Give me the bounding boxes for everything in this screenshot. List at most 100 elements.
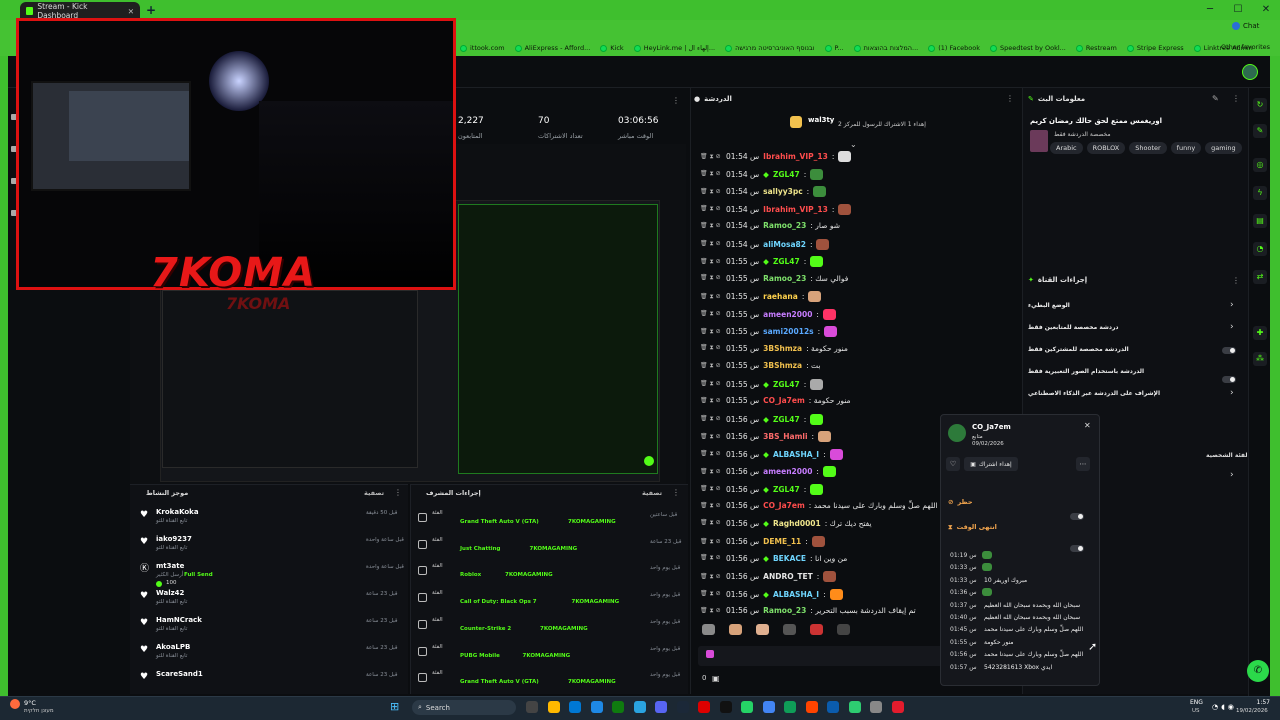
bookmark-item[interactable]: ובנוסף האוניברסיטה מרגישה: [725, 44, 815, 52]
message-username[interactable]: Ramoo_23: [763, 221, 806, 230]
chat-menu-icon[interactable]: ⋮: [1006, 94, 1014, 103]
chat-message[interactable]: 🗑 ⧗ ⊘ 01:56 س DEME_11:: [700, 536, 825, 547]
mod-tools-icon[interactable]: 🗑 ⧗ ⊘: [700, 468, 722, 476]
activity-username[interactable]: AkoaLPB: [156, 643, 190, 651]
mod-tools-icon[interactable]: 🗑 ⧗ ⊘: [700, 153, 722, 161]
expand-pin-icon[interactable]: ⌄: [850, 140, 857, 149]
chat-message[interactable]: 🗑 ⧗ ⊘ 01:56 س Ramoo_23: تم إيقاف الدردشة ب…: [700, 606, 916, 615]
tool-icon[interactable]: ✚: [1253, 326, 1267, 340]
taskbar-app-icon[interactable]: [719, 701, 732, 713]
target-icon[interactable]: ◎: [1253, 158, 1267, 172]
mod-actions-filter-button[interactable]: تصفية: [642, 489, 662, 497]
system-tray-icons[interactable]: ◔◖◉: [1212, 703, 1237, 711]
clock-time[interactable]: 1:57: [1244, 699, 1270, 706]
activity-filter-button[interactable]: تصفية: [364, 489, 384, 497]
taskbar-app-icon[interactable]: [870, 701, 882, 713]
chevron-right-icon[interactable]: ›: [1230, 388, 1234, 398]
mod-tools-icon[interactable]: 🗑 ⧗ ⊘: [700, 590, 722, 598]
activity-username[interactable]: iako9237: [156, 535, 192, 543]
activity-menu-icon[interactable]: ⋮: [394, 488, 402, 497]
activity-username[interactable]: HamNCrack: [156, 616, 202, 624]
message-username[interactable]: BEKACE: [773, 554, 806, 563]
message-username[interactable]: sami20012s: [763, 327, 813, 336]
stream-tag[interactable]: Shooter: [1129, 142, 1167, 154]
chat-message[interactable]: 🗑 ⧗ ⊘ 01:56 س ◆ ZGL47:: [700, 483, 824, 495]
new-tab-icon[interactable]: +: [146, 3, 156, 17]
mod-tools-icon[interactable]: 🗑 ⧗ ⊘: [700, 240, 722, 248]
bookmark-item[interactable]: P...: [824, 44, 844, 52]
chat-message[interactable]: 🗑 ⧗ ⊘ 01:55 س CO_Ja7em: منور حكومة: [700, 396, 851, 405]
chat-message[interactable]: 🗑 ⧗ ⊘ 01:55 س raehana:: [700, 291, 822, 302]
user-avatar[interactable]: [1242, 64, 1258, 80]
chevron-right-icon[interactable]: ›: [1230, 300, 1234, 310]
bookmark-item[interactable]: Kick: [600, 44, 624, 52]
mod-tools-icon[interactable]: 🗑 ⧗ ⊘: [700, 222, 722, 230]
taskbar-app-icon[interactable]: [805, 701, 818, 713]
maximize-icon[interactable]: ☐: [1224, 0, 1252, 20]
mod-tools-icon[interactable]: 🗑 ⧗ ⊘: [700, 344, 722, 352]
taskbar-app-icon[interactable]: [612, 701, 624, 713]
mod-tools-icon[interactable]: 🗑 ⧗ ⊘: [700, 397, 722, 405]
taskbar-app-icon[interactable]: [526, 701, 538, 713]
close-tab-icon[interactable]: ✕: [128, 7, 134, 16]
taskbar-app-icon[interactable]: [633, 701, 646, 713]
bolt-icon[interactable]: ϟ: [1253, 186, 1267, 200]
edit-stream-icon[interactable]: ✎: [1212, 94, 1219, 103]
whatsapp-icon[interactable]: ✆: [1247, 660, 1269, 682]
activity-username[interactable]: Walz42: [156, 589, 184, 597]
message-username[interactable]: Ramoo_23: [763, 606, 806, 615]
chat-message[interactable]: 🗑 ⧗ ⊘ 01:54 س Ibrahim_VIP_13:: [700, 151, 852, 162]
message-username[interactable]: ZGL47: [773, 257, 800, 266]
bookmark-item[interactable]: AliExpress - Afford...: [514, 44, 590, 52]
emote-icon[interactable]: [756, 624, 769, 635]
mod-tools-icon[interactable]: 🗑 ⧗ ⊘: [700, 433, 722, 441]
rail-icon[interactable]: ↻: [1253, 98, 1267, 112]
audio-icon[interactable]: ⇄: [1253, 270, 1267, 284]
message-username[interactable]: ameen2000: [763, 310, 812, 319]
mod-tools-icon[interactable]: 🗑 ⧗ ⊘: [700, 450, 722, 458]
chat-message[interactable]: 🗑 ⧗ ⊘ 01:56 س ◆ ALBASHA_I:: [700, 448, 843, 460]
windows-start-icon[interactable]: ⊞: [390, 701, 402, 713]
taskbar-app-icon[interactable]: [655, 701, 667, 713]
taskbar-app-icon[interactable]: [827, 701, 839, 713]
mod-tools-icon[interactable]: 🗑 ⧗ ⊘: [700, 538, 722, 546]
message-username[interactable]: CO_Ja7em: [763, 501, 805, 510]
chat-message[interactable]: 🗑 ⧗ ⊘ 01:55 س ◆ ZGL47:: [700, 378, 824, 390]
user-card-username[interactable]: CO_Ja7em: [972, 423, 1011, 431]
message-username[interactable]: Ibrahim_VIP_13: [763, 152, 828, 161]
message-username[interactable]: aliMosa82: [763, 240, 806, 249]
message-username[interactable]: 3BShmza: [763, 361, 802, 370]
personal-category[interactable]: الفئة الشخصية: [1206, 452, 1250, 459]
message-username[interactable]: ameen2000: [763, 467, 812, 476]
close-window-icon[interactable]: ✕: [1252, 0, 1280, 20]
emote-icon[interactable]: [837, 624, 850, 635]
mod-actions-menu-icon[interactable]: ⋮: [672, 488, 680, 497]
mod-tools-icon[interactable]: 🗑 ⧗ ⊘: [700, 274, 722, 282]
message-username[interactable]: ALBASHA_I: [773, 450, 819, 459]
message-username[interactable]: Ibrahim_VIP_13: [763, 205, 828, 214]
stream-tag[interactable]: ROBLOX: [1086, 142, 1126, 154]
channel-action-toggle[interactable]: [1222, 376, 1236, 383]
minimize-icon[interactable]: ─: [1196, 0, 1224, 20]
mod-tools-icon[interactable]: 🗑 ⧗ ⊘: [700, 554, 722, 562]
chat-message[interactable]: 🗑 ⧗ ⊘ 01:55 س ◆ ZGL47:: [700, 256, 824, 267]
chevron-right-icon[interactable]: ›: [1230, 470, 1234, 480]
message-username[interactable]: ALBASHA_I: [773, 590, 819, 599]
message-username[interactable]: ANDRO_TET: [763, 572, 813, 581]
message-username[interactable]: CO_Ja7em: [763, 396, 805, 405]
bookmark-item[interactable]: ittook.com: [460, 44, 505, 52]
message-username[interactable]: 3BShmza: [763, 344, 802, 353]
bookmark-item[interactable]: (1) Facebook: [928, 44, 980, 52]
activity-username[interactable]: ScareSand1: [156, 670, 203, 678]
mod-tools-icon[interactable]: 🗑 ⧗ ⊘: [700, 328, 722, 336]
mod-tools-icon[interactable]: 🗑 ⧗ ⊘: [700, 293, 722, 301]
mod-tools-icon[interactable]: 🗑 ⧗ ⊘: [700, 519, 722, 527]
channel-actions-menu-icon[interactable]: ⋮: [1232, 276, 1240, 285]
chat-message[interactable]: 🗑 ⧗ ⊘ 01:54 س sallyy3pc:: [700, 186, 827, 197]
chat-message[interactable]: 🗑 ⧗ ⊘ 01:56 س ◆ BEKACE: من وين انا: [700, 554, 847, 563]
message-username[interactable]: raehana: [763, 292, 798, 301]
chat-bubble-icon[interactable]: ◔: [1253, 242, 1267, 256]
stream-tag[interactable]: gaming: [1205, 142, 1242, 154]
emote-icon[interactable]: [810, 624, 823, 635]
note-icon[interactable]: ▤: [1253, 214, 1267, 228]
